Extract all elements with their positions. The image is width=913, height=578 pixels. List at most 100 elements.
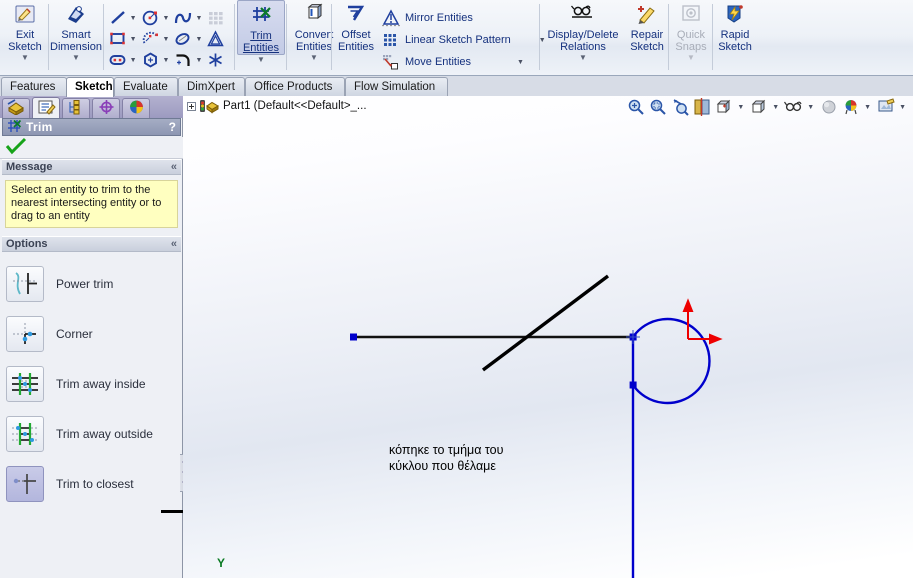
green-check-icon[interactable] <box>5 137 27 158</box>
three-point-arc-caret[interactable]: ▼ <box>163 36 170 43</box>
manager-tab-bar <box>0 96 183 118</box>
exit-sketch-caret[interactable]: ▼ <box>21 54 29 62</box>
slot-caret[interactable]: ▼ <box>130 57 137 64</box>
exit-sketch-icon <box>12 3 38 27</box>
move-entities-icon <box>380 52 402 72</box>
smart-dimension-label: Smart Dimension <box>50 29 102 53</box>
offset-entities-label: Offset Entities <box>337 29 375 53</box>
graphics-viewport[interactable]: Part1 (Default<<Default>_... ▼ ▼ ▼ ▼ ▼ κ… <box>183 96 913 578</box>
feature-manager-tab[interactable] <box>2 98 30 118</box>
three-point-arc-tool[interactable]: ▼ <box>140 29 173 49</box>
display-delete-relations-label: Display/Delete Relations <box>547 29 619 53</box>
option-trim-away-outside[interactable]: Trim away outside <box>2 409 181 459</box>
repair-sketch-icon <box>634 3 660 27</box>
linear-sketch-pattern-label: Linear Sketch Pattern <box>405 34 511 46</box>
sketch-arc[interactable] <box>632 317 711 405</box>
ribbon-separator <box>539 4 540 70</box>
dimxpert-target-icon <box>97 99 116 118</box>
smart-dimension-caret[interactable]: ▼ <box>72 54 80 62</box>
power-trim-label: Power trim <box>56 277 114 291</box>
tab-evaluate[interactable]: Evaluate <box>114 77 178 96</box>
polygon-tool[interactable]: ▼ <box>140 50 173 70</box>
option-corner[interactable]: Corner <box>2 309 181 359</box>
sketch-point-left-end[interactable] <box>350 333 357 341</box>
configuration-manager-tab[interactable] <box>62 98 90 118</box>
options-section-title: Options <box>6 238 48 250</box>
property-manager-tab[interactable] <box>32 97 60 118</box>
circle-caret[interactable]: ▼ <box>163 15 170 22</box>
sketch-point-arc-bottom[interactable] <box>629 381 637 389</box>
sketch-text-icon <box>205 29 227 49</box>
message-collapse-chevron[interactable]: « <box>171 161 177 173</box>
trim-away-inside-label: Trim away inside <box>56 377 146 391</box>
repair-sketch-button[interactable]: Repair Sketch <box>626 0 668 53</box>
sketch-geometry[interactable] <box>183 96 913 578</box>
trim-entities-button[interactable]: Trim Entities <box>237 0 285 55</box>
slot-tool[interactable]: ▼ <box>107 50 140 70</box>
options-collapse-chevron[interactable]: « <box>171 238 177 250</box>
offset-entities-button[interactable]: Offset Entities <box>333 0 379 53</box>
display-delete-relations-caret[interactable]: ▼ <box>579 54 587 62</box>
ellipse-icon <box>172 29 194 49</box>
exit-sketch-button[interactable]: Exit Sketch <box>2 0 48 53</box>
circle-tool[interactable]: ▼ <box>140 8 173 28</box>
linear-sketch-pattern-button[interactable]: Linear Sketch Pattern ▼ <box>380 29 549 51</box>
trim-away-outside-icon[interactable] <box>6 416 44 452</box>
display-delete-relations-button[interactable]: Display/Delete Relations <box>541 0 625 53</box>
exit-sketch-label: Exit Sketch <box>8 29 42 53</box>
convert-entities-caret[interactable]: ▼ <box>310 54 318 62</box>
trim-header-icon <box>7 119 22 136</box>
rectangle-tool[interactable]: ▼ <box>107 29 140 49</box>
polygon-caret[interactable]: ▼ <box>163 57 170 64</box>
three-point-arc-icon <box>140 29 162 49</box>
spline-icon <box>172 8 194 28</box>
mirror-entities-icon <box>380 8 402 28</box>
spline-caret[interactable]: ▼ <box>195 15 202 22</box>
display-manager-tab[interactable] <box>122 98 150 118</box>
tab-flow-simulation[interactable]: Flow Simulation <box>345 77 448 96</box>
line-tool[interactable]: ▼ <box>107 8 140 28</box>
point-tool[interactable] <box>205 50 231 70</box>
circle-icon <box>140 8 162 28</box>
ellipse-tool[interactable]: ▼ <box>172 29 205 49</box>
quick-snaps-icon <box>678 3 704 27</box>
rectangle-icon <box>107 29 129 49</box>
trim-away-inside-icon[interactable] <box>6 366 44 402</box>
mirror-entities-button[interactable]: Mirror Entities <box>380 7 473 29</box>
option-power-trim[interactable]: Power trim <box>2 259 181 309</box>
quick-snaps-button[interactable]: Quick Snaps <box>670 0 712 53</box>
ribbon-group-rapid-sketch: Rapid Sketch <box>714 0 756 76</box>
tab-sketch[interactable]: Sketch <box>66 77 114 97</box>
polygon-icon <box>140 50 162 70</box>
tab-features[interactable]: Features <box>1 77 67 96</box>
move-entities-button[interactable]: Move Entities ▼ <box>380 51 527 73</box>
option-trim-to-closest[interactable]: Trim to closest <box>2 459 181 509</box>
sketch-fillet-tool[interactable]: ▼ <box>172 50 205 70</box>
trim-entities-caret[interactable]: ▼ <box>257 56 265 64</box>
trim-to-closest-icon[interactable] <box>6 466 44 502</box>
rapid-sketch-label: Rapid Sketch <box>718 29 752 53</box>
help-button[interactable]: ? <box>169 120 176 134</box>
tab-office-products[interactable]: Office Products <box>245 77 345 96</box>
option-trim-away-inside[interactable]: Trim away inside <box>2 359 181 409</box>
ellipse-caret[interactable]: ▼ <box>195 36 202 43</box>
rectangle-caret[interactable]: ▼ <box>130 36 137 43</box>
rapid-sketch-button[interactable]: Rapid Sketch <box>714 0 756 53</box>
trim-entities-label: Trim Entities <box>242 30 280 54</box>
tab-dimxpert[interactable]: DimXpert <box>178 77 245 96</box>
line-caret[interactable]: ▼ <box>130 15 137 22</box>
message-section-header[interactable]: Message « <box>2 159 181 175</box>
options-section-header[interactable]: Options « <box>2 236 181 252</box>
spline-tool[interactable]: ▼ <box>172 8 205 28</box>
smart-dimension-icon <box>63 3 89 27</box>
smart-dimension-button[interactable]: Smart Dimension <box>50 0 102 53</box>
power-trim-icon[interactable] <box>6 266 44 302</box>
corner-trim-icon[interactable] <box>6 316 44 352</box>
move-entities-caret[interactable]: ▼ <box>471 59 524 66</box>
ribbon-separator <box>331 4 332 70</box>
sketch-text-tool[interactable] <box>205 29 231 49</box>
dimxpert-manager-tab[interactable] <box>92 98 120 118</box>
sketch-fillet-caret[interactable]: ▼ <box>195 57 202 64</box>
grid-tool[interactable] <box>205 8 231 28</box>
ribbon-group-sketch-entities: ▼ ▼ ▼ ▼ ▼ ▼ ▼ ▼ ▼ <box>105 0 233 76</box>
